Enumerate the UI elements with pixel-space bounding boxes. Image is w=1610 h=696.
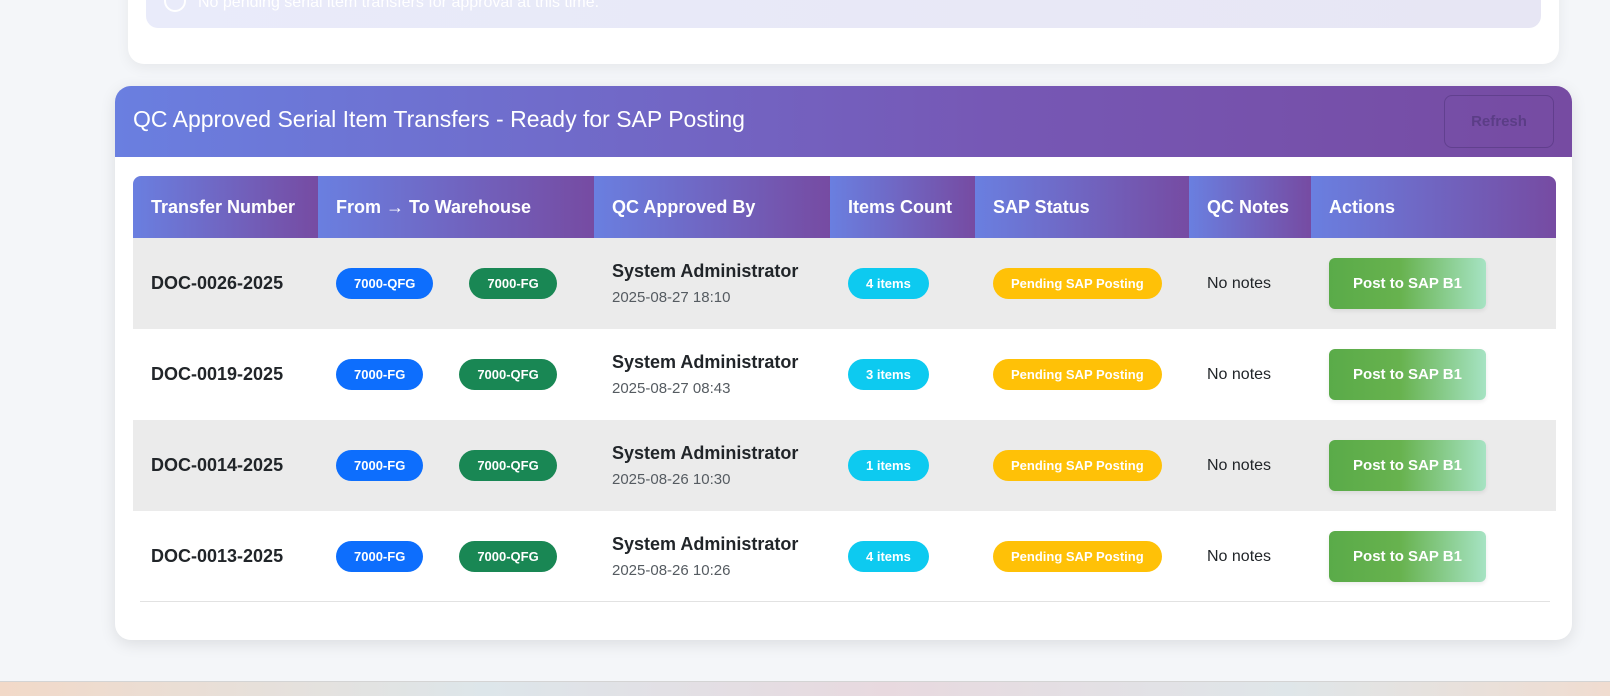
approval-timestamp: 2025-08-26 10:30 [612,471,731,488]
sap-status-badge: Pending SAP Posting [993,450,1162,481]
header-actions: Actions [1311,176,1556,238]
header-warehouse: From → To Warehouse [318,176,594,238]
transfers-table-wrapper: Transfer Number From → To Warehouse QC A… [133,176,1556,602]
table-bottom-divider [140,601,1550,602]
header-sap-status: SAP Status [975,176,1189,238]
refresh-button[interactable]: Refresh [1444,95,1554,148]
from-warehouse-badge: 7000-FG [336,541,424,572]
to-warehouse-badge: 7000-FG [469,268,557,299]
items-count-badge: 4 items [848,268,929,299]
header-items-count: Items Count [830,176,975,238]
header-qc-notes: QC Notes [1189,176,1311,238]
to-warehouse-badge: 7000-QFG [459,450,557,481]
table-row: DOC-0019-2025 7000-FG 7000-QFG System Adm… [133,329,1556,420]
from-warehouse-badge: 7000-FG [336,359,424,390]
sap-status-badge: Pending SAP Posting [993,268,1162,299]
transfer-number: DOC-0019-2025 [151,364,284,384]
post-to-sap-button[interactable]: Post to SAP B1 [1329,531,1486,582]
from-warehouse-badge: 7000-FG [336,450,424,481]
post-to-sap-button[interactable]: Post to SAP B1 [1329,258,1486,309]
approval-timestamp: 2025-08-27 08:43 [612,380,731,397]
items-count-badge: 1 items [848,450,929,481]
qc-approved-transfers-card: QC Approved Serial Item Transfers - Read… [115,86,1572,640]
to-warehouse-badge: 7000-QFG [459,541,557,572]
header-transfer-number: Transfer Number [133,176,318,238]
approver-name: System Administrator [612,443,799,463]
table-row: DOC-0026-2025 7000-QFG 7000-FG System Adm… [133,238,1556,329]
transfers-table: Transfer Number From → To Warehouse QC A… [133,176,1556,602]
approval-timestamp: 2025-08-26 10:26 [612,562,731,579]
qc-notes: No notes [1207,547,1272,565]
sap-status-badge: Pending SAP Posting [993,541,1162,572]
qc-notes: No notes [1207,274,1272,292]
post-to-sap-button[interactable]: Post to SAP B1 [1329,440,1486,491]
no-pending-alert: No pending serial item transfers for app… [146,0,1541,28]
items-count-badge: 4 items [848,541,929,572]
card-title: QC Approved Serial Item Transfers - Read… [133,106,745,132]
qc-notes: No notes [1207,456,1272,474]
table-row: DOC-0013-2025 7000-FG 7000-QFG System Adm… [133,511,1556,602]
qc-notes: No notes [1207,365,1272,383]
approver-name: System Administrator [612,534,799,554]
approver-name: System Administrator [612,352,799,372]
table-header-row: Transfer Number From → To Warehouse QC A… [133,176,1556,238]
items-count-badge: 3 items [848,359,929,390]
card-header: QC Approved Serial Item Transfers - Read… [115,86,1572,157]
post-to-sap-button[interactable]: Post to SAP B1 [1329,349,1486,400]
approval-timestamp: 2025-08-27 18:10 [612,289,731,306]
transfer-number: DOC-0013-2025 [151,546,284,566]
approver-name: System Administrator [612,261,799,281]
to-warehouse-badge: 7000-QFG [459,359,557,390]
browser-bottom-edge [0,681,1610,696]
table-row: DOC-0014-2025 7000-FG 7000-QFG System Adm… [133,420,1556,511]
sap-status-badge: Pending SAP Posting [993,359,1162,390]
alert-message: No pending serial item transfers for app… [198,0,600,11]
transfer-number: DOC-0026-2025 [151,273,284,293]
header-qc-approved-by: QC Approved By [594,176,830,238]
info-circle-icon [164,0,186,12]
transfer-number: DOC-0014-2025 [151,455,284,475]
pending-transfers-card: No pending serial item transfers for app… [128,0,1559,64]
from-warehouse-badge: 7000-QFG [336,268,434,299]
